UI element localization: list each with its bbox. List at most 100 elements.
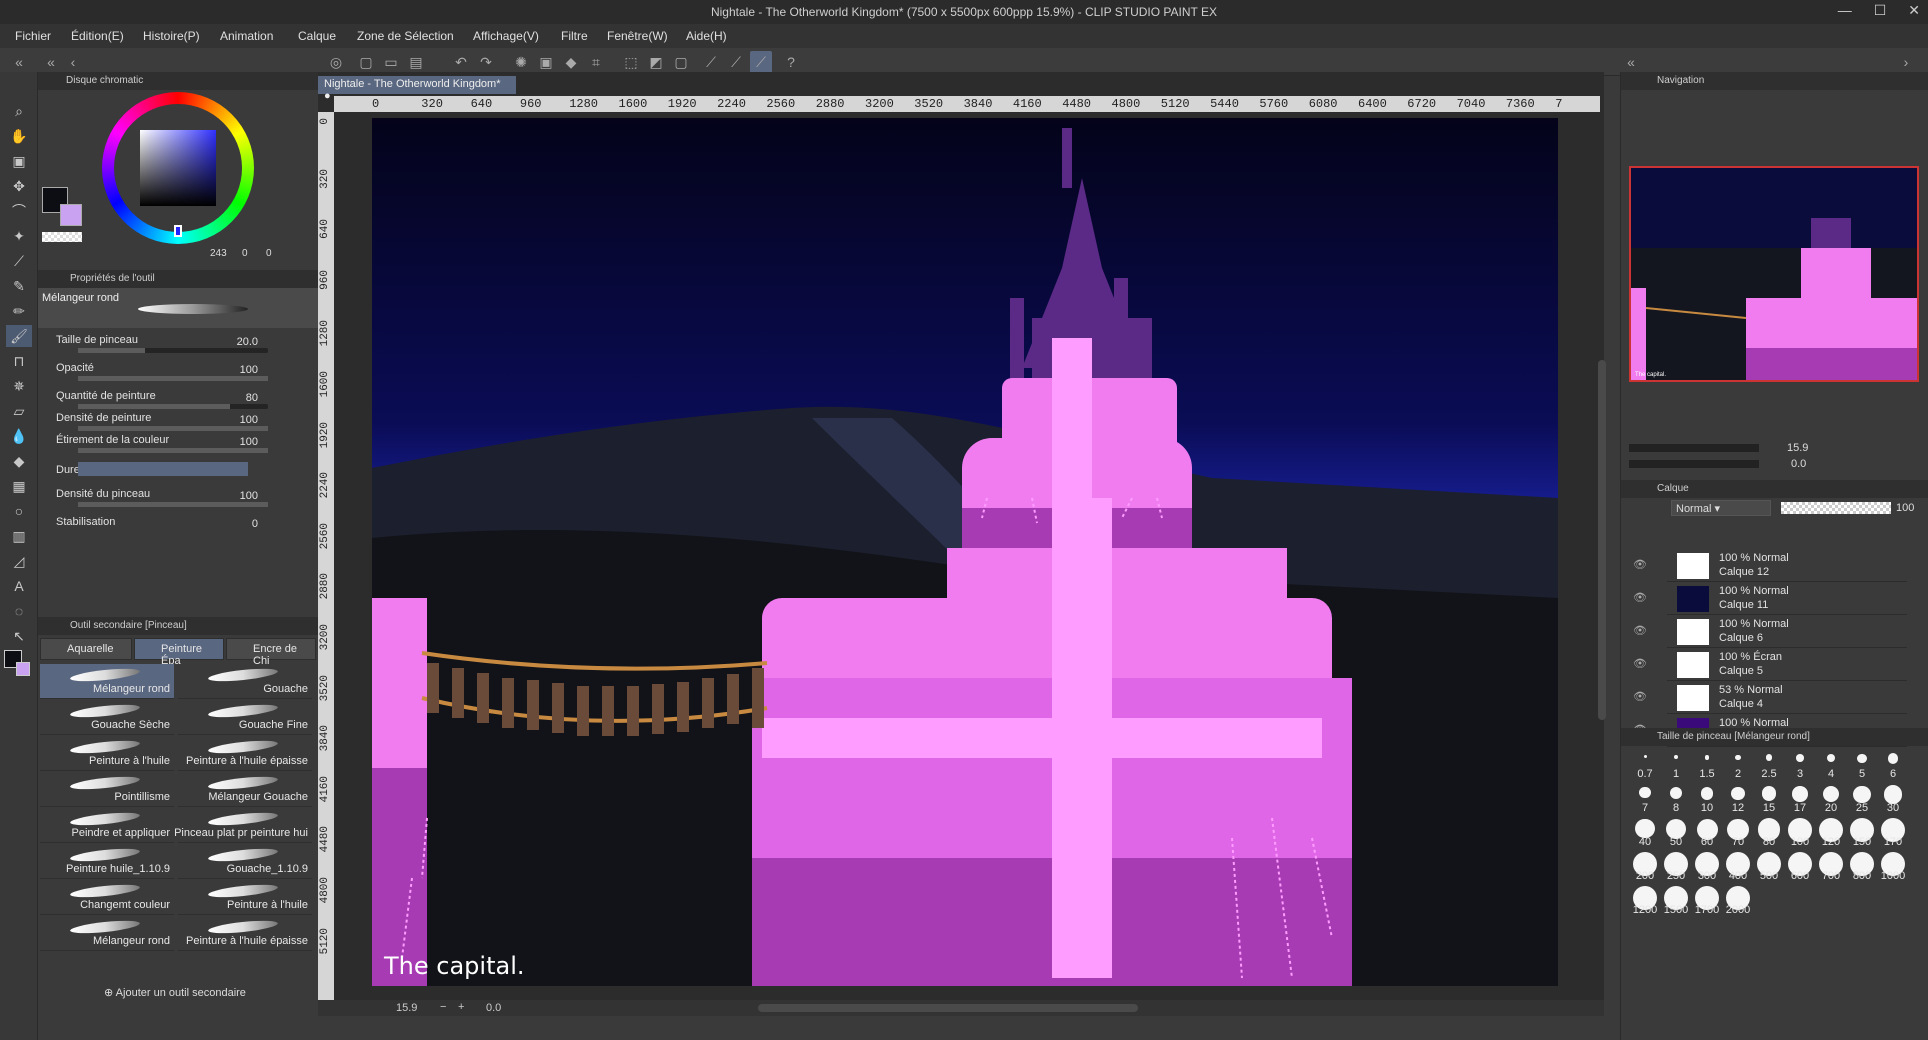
pen-icon[interactable]: ✎ <box>6 275 32 297</box>
brush-size-dot[interactable] <box>1822 785 1840 803</box>
layer-row[interactable]: 100 % Normal Calque 11 <box>1667 583 1907 615</box>
eraser-icon[interactable]: ▱ <box>6 400 32 422</box>
save-icon[interactable]: ▤ <box>405 51 427 73</box>
saturation-value-square[interactable] <box>140 130 216 206</box>
navigator-angle-slider[interactable] <box>1629 460 1759 468</box>
brush-size-dot[interactable] <box>1826 753 1836 763</box>
brush-size-dot[interactable] <box>1887 753 1899 764</box>
brush-size-dot[interactable] <box>1639 787 1651 799</box>
open-file-icon[interactable]: ▭ <box>380 51 402 73</box>
brush-size-dot[interactable] <box>1792 786 1808 802</box>
help-icon[interactable]: ? <box>780 51 802 73</box>
visibility-eye-icon[interactable]: 👁 <box>1633 624 1647 637</box>
lasso-icon[interactable]: ⌒ <box>6 200 32 222</box>
new-file-icon[interactable]: ▢ <box>355 51 377 73</box>
brush-item[interactable]: Mélangeur Gouache <box>178 772 312 807</box>
navigator-preview[interactable]: The capital. <box>1629 166 1926 382</box>
transform-icon[interactable]: ⌗ <box>585 51 607 73</box>
pencil-icon[interactable]: ✏ <box>6 300 32 322</box>
close-icon[interactable]: ✕ <box>1908 2 1920 19</box>
tab-encre-de-chine[interactable]: Encre de Chi <box>226 638 316 667</box>
brush-size-dot[interactable] <box>1883 785 1903 804</box>
decoration-icon[interactable]: ✵ <box>6 375 32 397</box>
invert-selection-icon[interactable]: ◩ <box>645 51 667 73</box>
ruler-snap-icon[interactable]: ⟋ <box>700 51 722 73</box>
tab-aquarelle[interactable]: Aquarelle <box>40 638 132 660</box>
deselect-icon[interactable]: ⬚ <box>620 51 642 73</box>
brush-size-dot[interactable] <box>1670 787 1682 799</box>
collapse-icon[interactable]: « <box>1620 51 1642 73</box>
selection-border-icon[interactable]: ▢ <box>670 51 692 73</box>
sub-color-swatch[interactable] <box>60 204 82 226</box>
figure-icon[interactable]: ○ <box>6 500 32 522</box>
canvas-hscrollbar[interactable] <box>758 1004 1138 1012</box>
sub-color-swatch[interactable] <box>16 662 30 676</box>
menu-layer[interactable]: Calque <box>298 29 336 43</box>
setting-slider[interactable] <box>78 502 268 507</box>
chevron-right-icon[interactable]: › <box>1895 51 1917 73</box>
menu-help[interactable]: Aide(H) <box>686 29 727 43</box>
brush-icon[interactable]: 🖌 <box>6 325 32 347</box>
setting-slider[interactable] <box>78 448 268 453</box>
zoom-out-icon[interactable]: − <box>440 1001 446 1013</box>
visibility-eye-icon[interactable]: 👁 <box>1633 591 1647 604</box>
magic-wand-icon[interactable]: ✦ <box>6 225 32 247</box>
layer-row[interactable]: 100 % Écran Calque 5 <box>1667 649 1907 681</box>
menu-window[interactable]: Fenêtre(W) <box>607 29 668 43</box>
ruler-icon[interactable]: ◿ <box>6 550 32 572</box>
brush-item[interactable]: Gouache Sèche <box>40 700 174 735</box>
layer-row[interactable]: 100 % Normal Calque 6 <box>1667 616 1907 648</box>
layer-row[interactable]: 100 % Normal Calque 12 <box>1667 550 1907 582</box>
brush-item[interactable]: Pointillisme <box>40 772 174 807</box>
brush-item[interactable]: Peinture à l'huile épaisse <box>178 916 312 951</box>
gradient-icon[interactable]: ▦ <box>6 475 32 497</box>
visibility-eye-icon[interactable]: 👁 <box>1633 558 1647 571</box>
brush-item[interactable]: Gouache_1.10.9 <box>178 844 312 879</box>
artwork-canvas[interactable]: The capital. <box>372 118 1558 986</box>
text-icon[interactable]: A <box>6 575 32 597</box>
brush-item[interactable]: Gouache Fine <box>178 700 312 735</box>
zoom-in-icon[interactable]: + <box>458 1001 464 1013</box>
menu-filter[interactable]: Filtre <box>561 29 588 43</box>
clear-icon[interactable]: ▣ <box>535 51 557 73</box>
blend-mode-select[interactable]: Normal ▾ <box>1671 500 1771 516</box>
hardness-selector[interactable] <box>78 462 248 476</box>
brush-size-dot[interactable] <box>1674 755 1678 759</box>
setting-slider[interactable] <box>78 348 268 353</box>
add-subtool-button[interactable]: ⊕ Ajouter un outil secondaire <box>104 986 246 999</box>
canvas-scrollbar[interactable] <box>1598 360 1606 720</box>
brush-item[interactable]: Peinture huile_1.10.9 <box>40 844 174 879</box>
grid-snap-icon[interactable]: ⟋ <box>750 51 772 73</box>
fill-icon[interactable]: ◆ <box>6 450 32 472</box>
brush-size-dot[interactable] <box>1731 786 1745 801</box>
setting-slider[interactable] <box>78 426 268 431</box>
tab-peinture-epaisse[interactable]: Peinture Épa <box>134 638 224 667</box>
brush-item[interactable]: Peinture à l'huile <box>40 736 174 771</box>
operation-icon[interactable]: ▣ <box>6 150 32 172</box>
minimize-icon[interactable]: — <box>1838 2 1852 19</box>
eyedropper-icon[interactable]: ⟋ <box>6 250 32 272</box>
document-tab[interactable]: Nightale - The Otherworld Kingdom* ● <box>318 76 516 102</box>
loading-icon[interactable]: ✺ <box>510 51 532 73</box>
frame-icon[interactable]: ▥ <box>6 525 32 547</box>
move-icon[interactable]: ✥ <box>6 175 32 197</box>
hue-handle[interactable] <box>174 225 182 237</box>
correct-line-icon[interactable]: ↖ <box>6 625 32 647</box>
visibility-eye-icon[interactable]: 👁 <box>1633 690 1647 703</box>
maximize-icon[interactable]: ☐ <box>1874 2 1887 19</box>
brush-size-dot[interactable] <box>1857 753 1867 763</box>
brush-item[interactable]: Mélangeur rond <box>40 664 174 699</box>
undo-icon[interactable]: ↶ <box>450 51 472 73</box>
menu-edit[interactable]: Édition(E) <box>71 29 124 43</box>
zoom-icon[interactable]: ⌕ <box>6 100 32 122</box>
transparent-swatch[interactable] <box>42 232 82 242</box>
layer-row[interactable]: 53 % Normal Calque 4 <box>1667 682 1907 714</box>
navigator-zoom-slider[interactable] <box>1629 444 1759 452</box>
redo-icon[interactable]: ↷ <box>475 51 497 73</box>
brush-size-dot[interactable] <box>1735 754 1741 761</box>
blend-icon[interactable]: 💧 <box>6 425 32 447</box>
visibility-eye-icon[interactable]: 👁 <box>1633 657 1647 670</box>
setting-slider[interactable] <box>78 376 268 381</box>
menu-selection[interactable]: Zone de Sélection <box>357 29 454 43</box>
fill-icon[interactable]: ◆ <box>560 51 582 73</box>
